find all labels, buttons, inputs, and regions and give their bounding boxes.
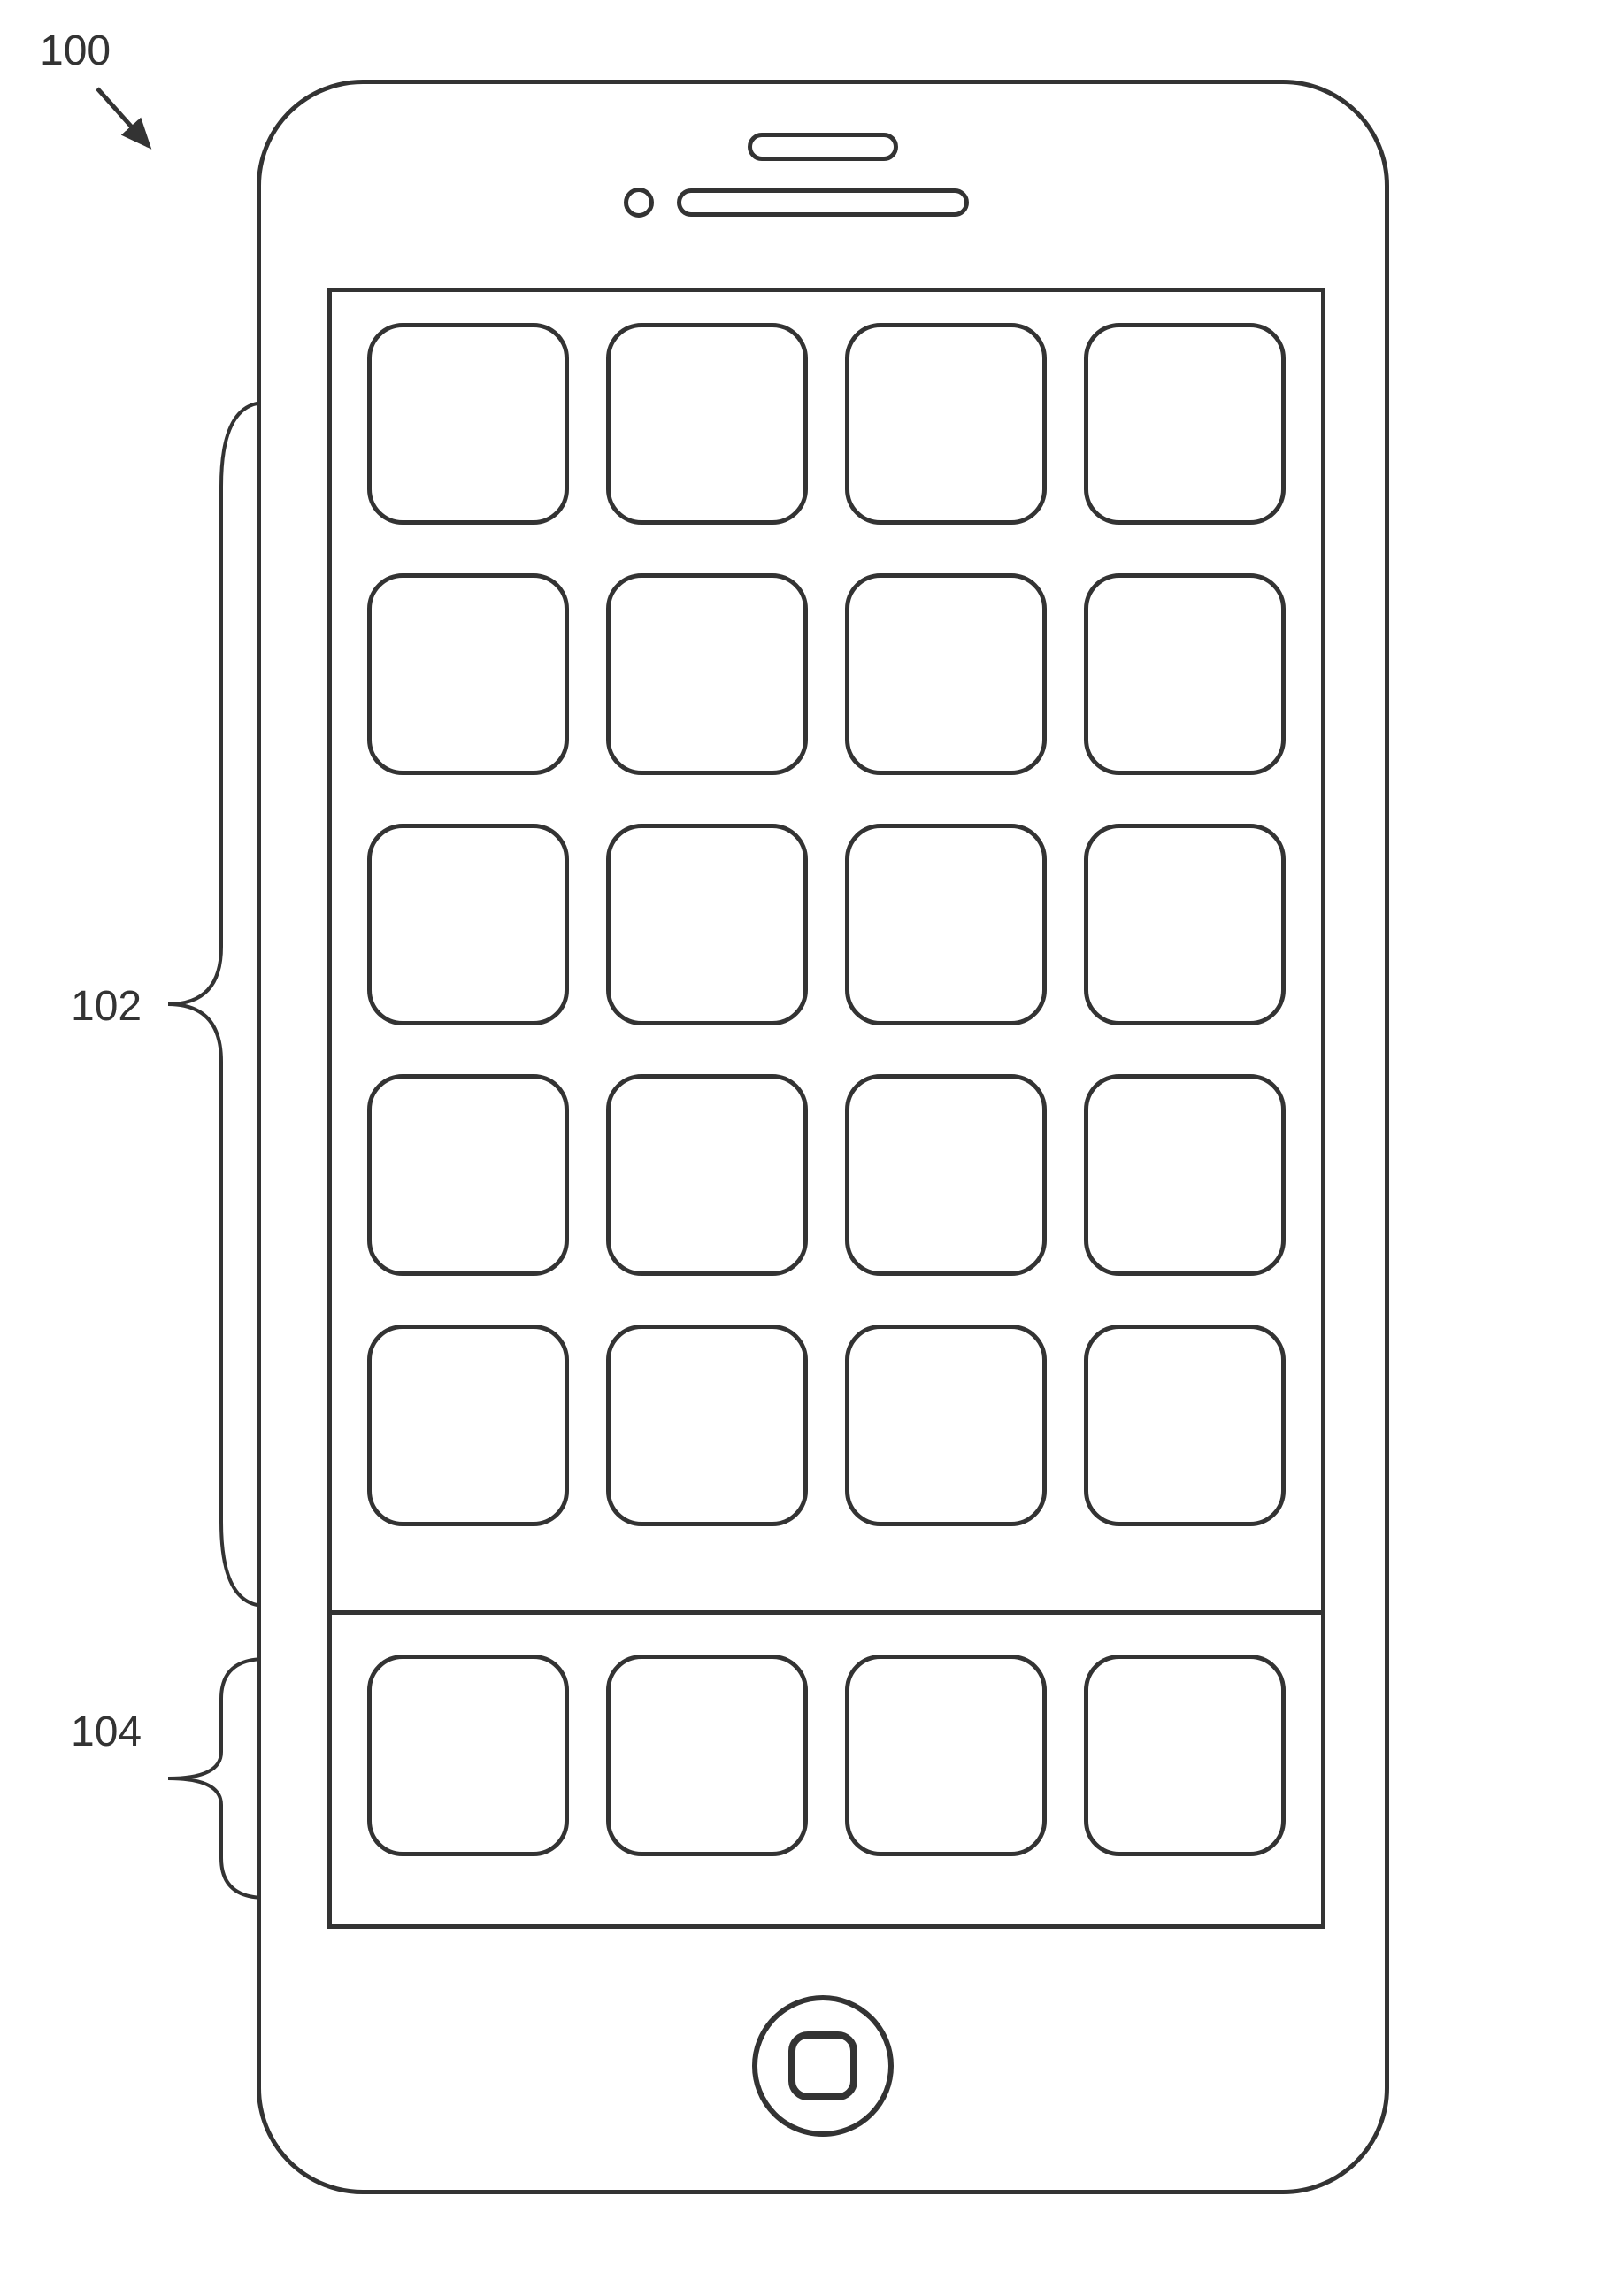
app-icon[interactable] (367, 824, 569, 1025)
touch-screen[interactable] (327, 288, 1325, 1929)
app-icon[interactable] (1084, 824, 1286, 1025)
home-button-icon (788, 2031, 857, 2100)
app-icon[interactable] (367, 1325, 569, 1526)
app-icon[interactable] (1084, 573, 1286, 775)
home-button[interactable] (752, 1995, 894, 2137)
dock-row (367, 1655, 1287, 1856)
app-icon[interactable] (367, 573, 569, 775)
app-icon[interactable] (845, 573, 1047, 775)
dock-divider (332, 1610, 1321, 1615)
app-icon[interactable] (1084, 1074, 1286, 1276)
app-icon[interactable] (845, 1074, 1047, 1276)
earpiece-speaker-icon (677, 188, 969, 217)
app-icon[interactable] (606, 573, 808, 775)
app-icon[interactable] (1084, 1325, 1286, 1526)
app-icon[interactable] (845, 824, 1047, 1025)
app-icon[interactable] (606, 824, 808, 1025)
app-icon[interactable] (845, 1325, 1047, 1526)
dock-app-icon[interactable] (845, 1655, 1047, 1856)
app-icon[interactable] (367, 323, 569, 525)
figure-label-104: 104 (71, 1708, 142, 1756)
app-icon[interactable] (606, 1074, 808, 1276)
phone-body (257, 80, 1389, 2194)
top-sensor-slot (748, 133, 898, 161)
dock-app-icon[interactable] (367, 1655, 569, 1856)
app-icon[interactable] (845, 323, 1047, 525)
app-icon[interactable] (1084, 323, 1286, 525)
dock-app-icon[interactable] (1084, 1655, 1286, 1856)
app-icon-grid (367, 323, 1287, 1526)
front-camera-icon (624, 188, 654, 218)
figure-label-100: 100 (40, 27, 111, 75)
dock-app-icon[interactable] (606, 1655, 808, 1856)
app-icon[interactable] (606, 1325, 808, 1526)
figure-label-102: 102 (71, 982, 142, 1031)
app-icon[interactable] (367, 1074, 569, 1276)
arrow-icon (88, 80, 168, 177)
app-icon[interactable] (606, 323, 808, 525)
